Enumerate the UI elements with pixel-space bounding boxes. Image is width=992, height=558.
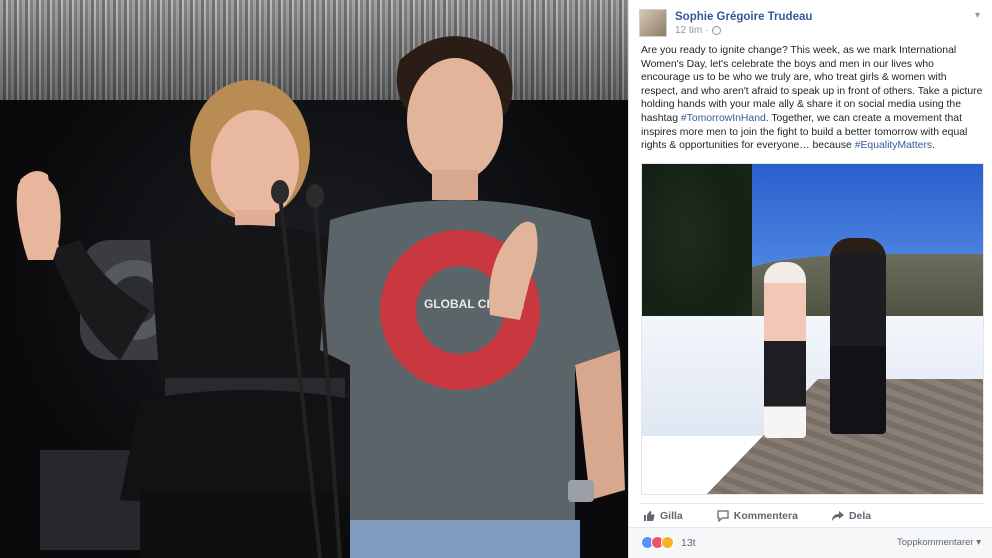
- reaction-count: 13t: [681, 536, 696, 549]
- share-icon: [831, 510, 844, 521]
- like-button[interactable]: Gilla: [643, 510, 683, 522]
- photo-man: [830, 238, 886, 434]
- thumbs-up-icon: [644, 510, 655, 521]
- hashtag-link[interactable]: #TomorrowInHand: [681, 113, 766, 124]
- post-time[interactable]: 12 tim: [675, 24, 702, 37]
- share-label: Dela: [848, 509, 872, 522]
- microphone-stands: [271, 180, 342, 558]
- post-photo[interactable]: [641, 163, 984, 495]
- post-text-segment: .: [932, 140, 935, 152]
- facebook-post: Sophie Grégoire Trudeau 12 tim · ▾ Are y…: [628, 0, 992, 558]
- comment-button[interactable]: Kommentera: [717, 510, 798, 522]
- man-raised-hand: [489, 221, 538, 320]
- post-text: Are you ready to ignite change? This wee…: [641, 44, 983, 153]
- reactions-bar: 13t Toppkommentarer ▾: [629, 527, 992, 558]
- post-header: Sophie Grégoire Trudeau 12 tim ·: [639, 8, 812, 38]
- post-actions: Gilla Kommentera Dela: [641, 503, 983, 527]
- man-figure: GLOBAL CITIZEN: [320, 36, 625, 558]
- post-header-text: Sophie Grégoire Trudeau 12 tim ·: [675, 10, 812, 37]
- reaction-summary[interactable]: 13t: [641, 536, 696, 549]
- comment-icon: [717, 509, 729, 522]
- hashtag-link[interactable]: #EqualityMatters: [855, 140, 932, 151]
- post-meta: 12 tim ·: [675, 24, 812, 37]
- comment-sort-dropdown[interactable]: Toppkommentarer ▾: [897, 537, 981, 548]
- photo-trees: [642, 164, 752, 339]
- photo-woman: [764, 262, 806, 438]
- share-button[interactable]: Dela: [831, 509, 872, 522]
- woman-raised-hand: [16, 173, 61, 260]
- chevron-down-icon[interactable]: ▾: [975, 10, 980, 21]
- author-name[interactable]: Sophie Grégoire Trudeau: [675, 10, 812, 24]
- globe-icon: [711, 25, 721, 35]
- comment-label: Kommentera: [733, 509, 798, 522]
- meta-separator: ·: [705, 24, 709, 36]
- avatar[interactable]: [639, 9, 667, 37]
- like-label: Gilla: [660, 509, 683, 522]
- stage-photo: GLOBAL CITIZEN: [0, 0, 628, 558]
- haha-reaction-icon: [661, 536, 674, 549]
